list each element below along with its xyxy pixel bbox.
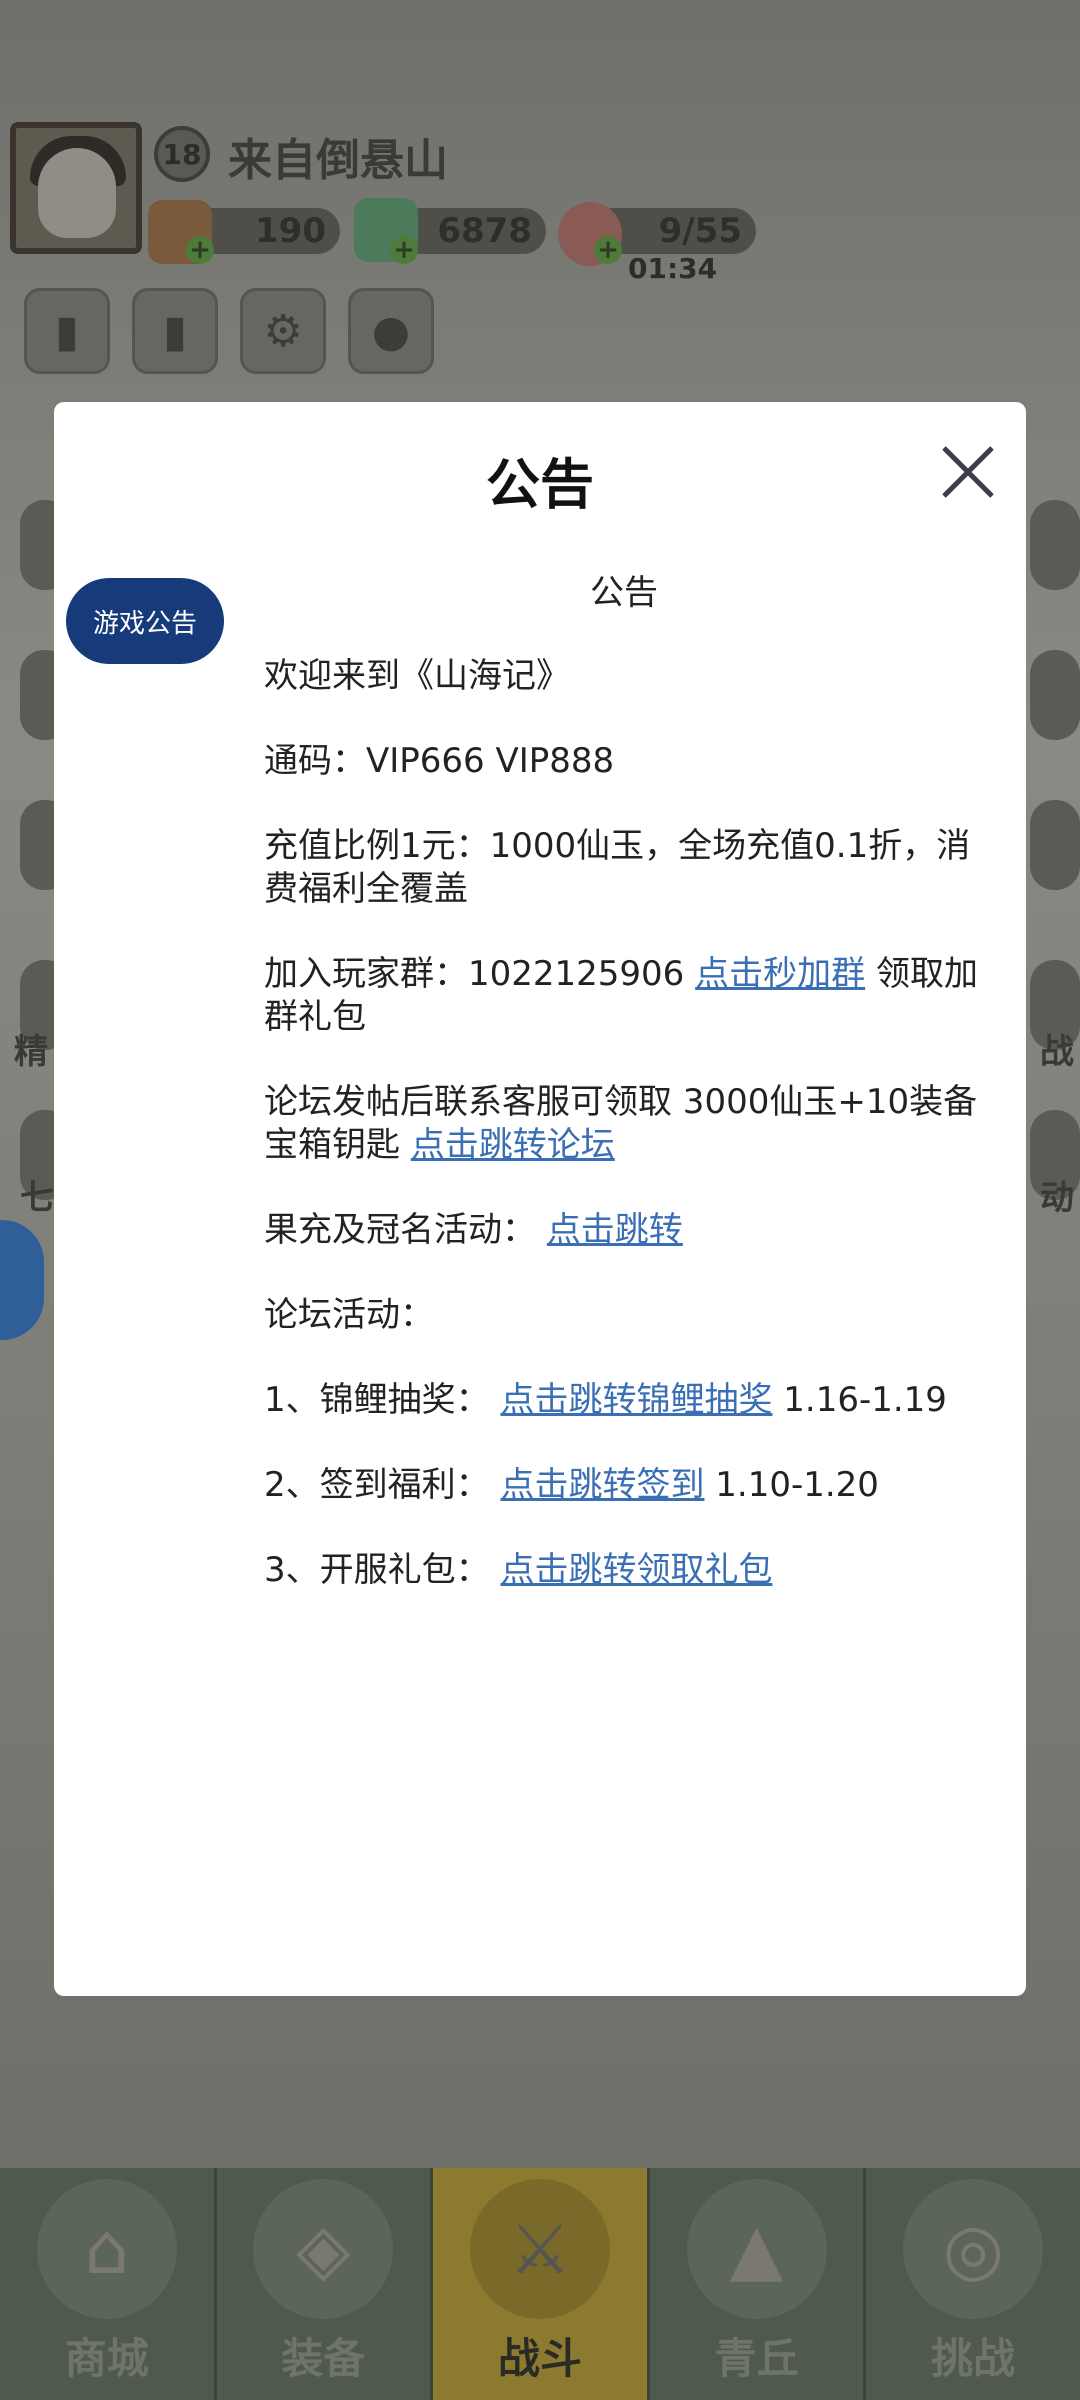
nav-item-shop[interactable]: ⌂ 商城: [0, 2168, 217, 2400]
nav-item-qingqiu[interactable]: ▲ 青丘: [650, 2168, 867, 2400]
forum-activities-heading: 论坛活动：: [264, 1295, 434, 1335]
lottery-text: 1、锦鲤抽奖：: [264, 1380, 501, 1420]
nav-item-equipment[interactable]: ◈ 装备: [217, 2168, 434, 2400]
avatar-face: [38, 148, 116, 238]
side-label-right-2: 动: [1040, 1178, 1074, 1218]
forum-reward-paragraph: 论坛发帖后联系客服可领取 3000仙玉+10装备宝箱钥匙 点击跳转论坛: [264, 1081, 984, 1167]
portal-icon: ◎: [903, 2179, 1044, 2319]
player-group-text: 加入玩家群：1022125906: [264, 954, 696, 994]
sponsor-activity-link[interactable]: 点击跳转: [547, 1210, 683, 1250]
tab-game-announcement[interactable]: 游戏公告: [66, 578, 224, 664]
nav-item-label: 商城: [64, 2334, 149, 2383]
lottery-link[interactable]: 点击跳转锦鲤抽奖: [500, 1380, 772, 1420]
helmet-icon: ◈: [253, 2179, 394, 2319]
close-icon: [942, 446, 994, 498]
player-name: 来自倒悬山: [228, 135, 448, 186]
crossed-swords-icon: ⚔: [469, 2179, 610, 2319]
stamina-timer: 01:34: [628, 252, 718, 285]
recharge-ratio-text: 充值比例1元：1000仙玉，全场充值0.1折，消费福利全覆盖: [264, 826, 971, 909]
card-icon[interactable]: ▮: [24, 288, 110, 374]
nav-item-label: 青丘: [714, 2334, 799, 2383]
jade-add-icon[interactable]: +: [390, 235, 418, 265]
level-badge: 18: [154, 126, 210, 182]
nav-item-battle[interactable]: ⚔ 战斗: [433, 2168, 650, 2400]
settings-icon[interactable]: ⚙: [240, 288, 326, 374]
side-label-left-2: 七: [20, 1178, 54, 1218]
mountain-icon: ▲: [686, 2179, 827, 2319]
welcome-text: 欢迎来到《山海记》: [264, 656, 570, 696]
side-label-left-1: 精: [14, 1032, 48, 1072]
nav-item-label: 装备: [281, 2334, 366, 2383]
friends-icon[interactable]: ●: [348, 288, 434, 374]
launch-gift-text: 3、开服礼包：: [264, 1550, 501, 1590]
launch-gift-paragraph: 3、开服礼包： 点击跳转领取礼包: [264, 1549, 984, 1592]
shop-icon: ⌂: [36, 2179, 177, 2319]
signin-text: 2、签到福利：: [264, 1465, 501, 1505]
gold-add-icon[interactable]: +: [186, 235, 214, 265]
forum-reward-text: 论坛发帖后联系客服可领取 3000仙玉+10装备宝箱钥匙: [264, 1082, 978, 1165]
signin-paragraph: 2、签到福利： 点击跳转签到 1.10-1.20: [264, 1464, 984, 1507]
sponsor-activity-text: 果充及冠名活动：: [264, 1210, 547, 1250]
lottery-paragraph: 1、锦鲤抽奖： 点击跳转锦鲤抽奖 1.16-1.19: [264, 1379, 984, 1422]
nav-item-label: 挑战: [931, 2334, 1016, 2383]
modal-title: 公告: [486, 453, 594, 516]
nav-item-challenge[interactable]: ◎ 挑战: [866, 2168, 1080, 2400]
close-button[interactable]: [938, 442, 998, 502]
lottery-dates: 1.16-1.19: [772, 1380, 947, 1420]
side-event-icon-right-1[interactable]: [1030, 500, 1080, 590]
bottom-nav: ⌂ 商城 ◈ 装备 ⚔ 战斗 ▲ 青丘 ◎ 挑战: [0, 2168, 1080, 2400]
announcement-content: 公告 欢迎来到《山海记》 通码：VIP666 VIP888 充值比例1元：100…: [264, 572, 984, 1634]
content-title: 公告: [590, 573, 658, 613]
signin-link[interactable]: 点击跳转签到: [500, 1465, 704, 1505]
forum-link[interactable]: 点击跳转论坛: [411, 1125, 615, 1165]
side-event-icon-right-3[interactable]: [1030, 800, 1080, 890]
stamina-add-icon[interactable]: +: [594, 235, 622, 265]
side-event-icon-right-2[interactable]: [1030, 650, 1080, 740]
player-group-paragraph: 加入玩家群：1022125906 点击秒加群 领取加群礼包: [264, 953, 984, 1039]
launch-gift-link[interactable]: 点击跳转领取礼包: [500, 1550, 772, 1590]
avatar[interactable]: [10, 122, 142, 254]
signin-dates: 1.10-1.20: [704, 1465, 879, 1505]
join-group-link[interactable]: 点击秒加群: [695, 954, 865, 994]
floating-assist-button[interactable]: [0, 1220, 44, 1340]
sponsor-activity-paragraph: 果充及冠名活动： 点击跳转: [264, 1209, 984, 1252]
gift-code-text: 通码：VIP666 VIP888: [264, 741, 615, 781]
announcement-modal: 公告 游戏公告 公告 欢迎来到《山海记》 通码：VIP666 VIP888 充值…: [54, 402, 1026, 1996]
nav-item-label: 战斗: [497, 2334, 582, 2383]
ranking-icon[interactable]: ▮: [132, 288, 218, 374]
side-label-right-1: 战: [1040, 1032, 1074, 1072]
